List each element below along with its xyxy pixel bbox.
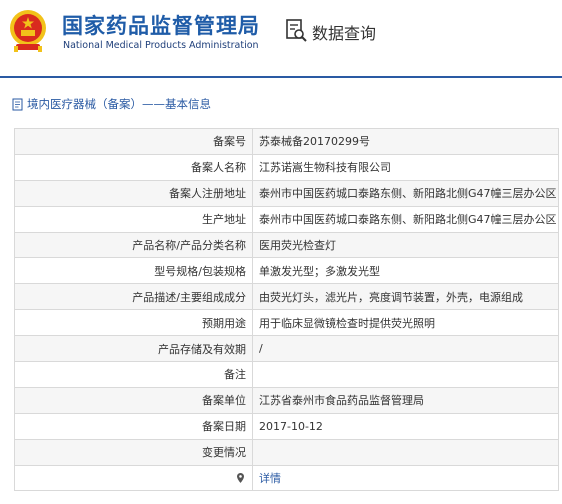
table-row: 备案日期 2017-10-12 bbox=[14, 412, 559, 440]
row-label: 产品存储及有效期 bbox=[14, 335, 253, 363]
row-label: 备案日期 bbox=[14, 412, 253, 440]
row-label: 备案号 bbox=[14, 128, 253, 155]
row-value: 江苏省泰州市食品药品监督管理局 bbox=[252, 386, 559, 414]
row-value: 由荧光灯头，滤光片，亮度调节装置，外壳，电源组成 bbox=[252, 283, 559, 311]
row-label: 生产地址 bbox=[14, 205, 253, 233]
table-row: 生产地址 泰州市中国医药城口泰路东侧、新阳路北侧G47幢三层办公区 bbox=[14, 205, 559, 233]
table-row: 备案人名称 江苏诺嵩生物科技有限公司 bbox=[14, 153, 559, 181]
table-row: 预期用途 用于临床显微镜检查时提供荧光照明 bbox=[14, 309, 559, 337]
table-row: 备案人注册地址 泰州市中国医药城口泰路东侧、新阳路北侧G47幢三层办公区 bbox=[14, 179, 559, 207]
table-row: 变更情况 bbox=[14, 438, 559, 466]
section-title: 境内医疗器械（备案）——基本信息 bbox=[12, 95, 211, 113]
row-label: 备案人注册地址 bbox=[14, 179, 253, 207]
table-row: 备注 bbox=[14, 361, 559, 388]
row-value: 江苏诺嵩生物科技有限公司 bbox=[252, 153, 559, 181]
row-value: 详情 bbox=[252, 464, 559, 492]
row-label: 产品描述/主要组成成分 bbox=[14, 283, 253, 311]
section-title-text: 境内医疗器械（备案）——基本信息 bbox=[27, 97, 211, 111]
data-query-link[interactable]: 数据查询 bbox=[312, 20, 376, 44]
location-pin-icon bbox=[237, 472, 244, 483]
row-value: 用于临床显微镜检查时提供荧光照明 bbox=[252, 309, 559, 337]
row-label: 备案单位 bbox=[14, 386, 253, 414]
header-divider bbox=[0, 76, 562, 78]
document-search-icon[interactable] bbox=[284, 18, 308, 42]
table-row: 产品名称/产品分类名称 医用荧光检查灯 bbox=[14, 231, 559, 259]
row-label: 型号规格/包装规格 bbox=[14, 257, 253, 285]
table-row: 产品存储及有效期 / bbox=[14, 335, 559, 363]
table-row: 产品描述/主要组成成分 由荧光灯头，滤光片，亮度调节装置，外壳，电源组成 bbox=[14, 283, 559, 311]
table-row: 型号规格/包装规格 单激发光型；多激发光型 bbox=[14, 257, 559, 285]
table-row: 详情 bbox=[14, 464, 559, 492]
row-label: 产品名称/产品分类名称 bbox=[14, 231, 253, 259]
table-row: 备案单位 江苏省泰州市食品药品监督管理局 bbox=[14, 386, 559, 414]
row-value: 泰州市中国医药城口泰路东侧、新阳路北侧G47幢三层办公区 bbox=[252, 205, 559, 233]
row-value: 2017-10-12 bbox=[252, 412, 559, 440]
site-header: 国家药品监督管理局 National Medical Products Admi… bbox=[0, 0, 562, 68]
row-value: / bbox=[252, 335, 559, 363]
row-value: 医用荧光检查灯 bbox=[252, 231, 559, 259]
row-value: 泰州市中国医药城口泰路东侧、新阳路北侧G47幢三层办公区 bbox=[252, 179, 559, 207]
row-value bbox=[252, 438, 559, 466]
row-label: 预期用途 bbox=[14, 309, 253, 337]
row-label bbox=[14, 464, 253, 492]
site-title-cn: 国家药品监督管理局 bbox=[62, 14, 260, 38]
document-icon bbox=[12, 98, 23, 110]
row-label: 备案人名称 bbox=[14, 153, 253, 181]
basic-info-table: 备案号 苏泰械备20170299号 备案人名称 江苏诺嵩生物科技有限公司 备案人… bbox=[14, 128, 559, 492]
site-title-en: National Medical Products Administration bbox=[63, 40, 259, 51]
national-emblem-icon bbox=[10, 10, 46, 52]
table-row: 备案号 苏泰械备20170299号 bbox=[14, 128, 559, 155]
row-value bbox=[252, 361, 559, 388]
row-value: 单激发光型；多激发光型 bbox=[252, 257, 559, 285]
row-label: 备注 bbox=[14, 361, 253, 388]
row-label: 变更情况 bbox=[14, 438, 253, 466]
detail-link[interactable]: 详情 bbox=[259, 472, 281, 485]
row-value: 苏泰械备20170299号 bbox=[252, 128, 559, 155]
